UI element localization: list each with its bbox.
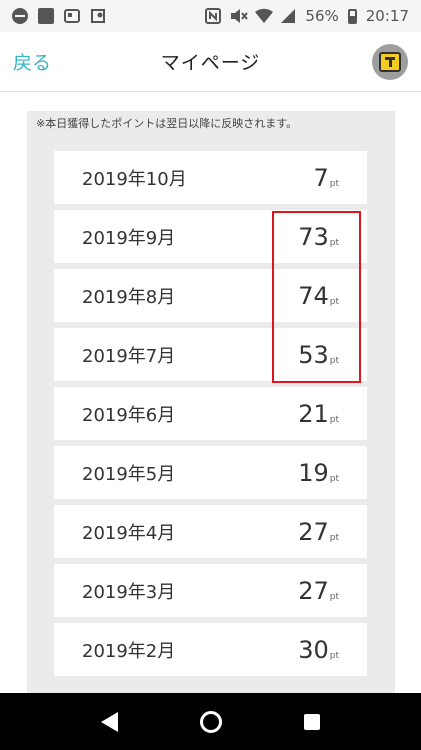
points-row: 2019年3月 27 pt — [54, 564, 367, 617]
nfc-icon — [205, 8, 222, 24]
row-month: 2019年6月 — [82, 404, 176, 426]
clock-time: 20:17 — [365, 7, 409, 25]
row-unit: pt — [329, 650, 339, 661]
row-value: 30 pt — [298, 636, 339, 664]
row-unit: pt — [329, 591, 339, 602]
battery-icon — [347, 8, 357, 24]
status-bar: 56% 20:17 — [0, 0, 421, 32]
points-row: 2019年6月 21 pt — [54, 387, 367, 440]
row-points: 21 — [298, 399, 329, 428]
points-row: 2019年5月 19 pt — [54, 446, 367, 499]
mute-icon — [230, 8, 249, 24]
page-title: マイページ — [160, 52, 261, 74]
back-button[interactable]: 戻る — [13, 48, 51, 75]
nav-home-icon[interactable] — [200, 710, 222, 733]
avatar[interactable] — [372, 43, 408, 80]
row-month: 2019年7月 — [82, 345, 176, 367]
row-unit: pt — [329, 178, 339, 189]
nav-back-icon[interactable] — [101, 711, 118, 732]
row-month: 2019年2月 — [82, 640, 176, 662]
points-row: 2019年2月 30 pt — [54, 623, 367, 676]
image-notification-icon — [38, 8, 54, 24]
row-unit: pt — [329, 473, 339, 484]
row-month: 2019年4月 — [82, 522, 176, 544]
points-panel: ※本日獲得したポイントは翌日以降に反映されます。 2019年10月 7 pt 20… — [27, 111, 395, 693]
row-points: 27 — [298, 576, 329, 605]
battery-percent: 56% — [305, 7, 339, 25]
row-value: 19 pt — [298, 459, 339, 487]
location-notification-icon — [90, 8, 106, 24]
highlight-annotation-box — [272, 211, 361, 383]
row-unit: pt — [329, 414, 339, 425]
points-notice: ※本日獲得したポイントは翌日以降に反映されます。 — [36, 117, 298, 130]
row-points: 27 — [298, 517, 329, 546]
row-month: 2019年8月 — [82, 286, 176, 308]
row-value: 7 pt — [313, 164, 339, 192]
row-points: 7 — [313, 163, 329, 192]
nav-recents-icon[interactable] — [304, 713, 320, 730]
row-points: 30 — [298, 635, 329, 664]
row-value: 27 pt — [298, 577, 339, 605]
logo-icon — [379, 51, 401, 72]
points-row: 2019年10月 7 pt — [54, 151, 367, 204]
row-unit: pt — [329, 532, 339, 543]
points-row: 2019年4月 27 pt — [54, 505, 367, 558]
row-month: 2019年10月 — [82, 168, 187, 190]
do-not-disturb-icon — [12, 8, 28, 24]
row-month: 2019年9月 — [82, 227, 176, 249]
row-month: 2019年5月 — [82, 463, 176, 485]
signal-icon — [280, 8, 296, 24]
row-month: 2019年3月 — [82, 581, 176, 603]
system-nav-bar — [0, 693, 421, 750]
row-value: 21 pt — [298, 400, 339, 428]
card-notification-icon — [64, 8, 80, 24]
app-header: 戻る マイページ — [0, 32, 421, 92]
status-icons-right: 56% 20:17 — [205, 7, 409, 25]
row-points: 19 — [298, 458, 329, 487]
row-value: 27 pt — [298, 518, 339, 546]
status-icons-left — [12, 8, 106, 24]
wifi-icon — [255, 8, 274, 24]
